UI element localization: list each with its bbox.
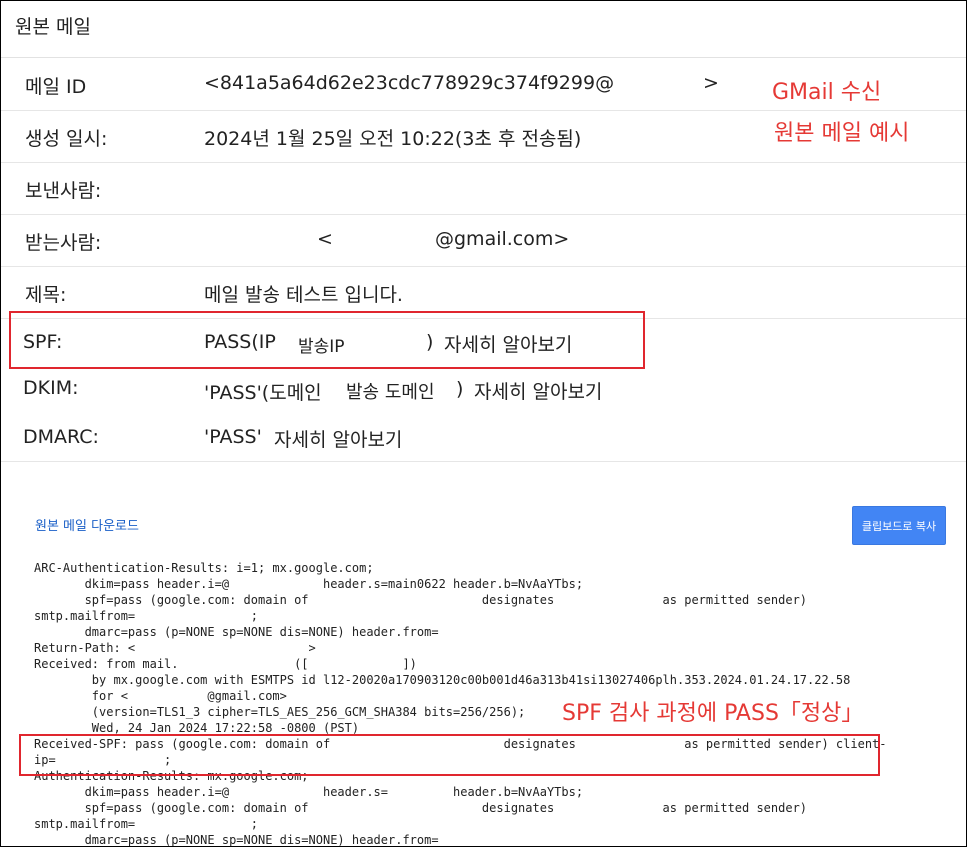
row-from: 보낸사람: [1, 162, 966, 215]
subject-label: 제목: [25, 284, 67, 306]
raw-header-line: spf=pass (google.com: domain of designat… [34, 801, 808, 815]
spf-highlight-box [9, 311, 645, 369]
raw-header-line: (version=TLS1_3 cipher=TLS_AES_256_GCM_S… [34, 705, 526, 719]
page-title: 원본 메일 [15, 16, 91, 38]
raw-header-line: dmarc=pass (p=NONE sp=NONE dis=NONE) hea… [34, 833, 439, 847]
dkim-value-start: 'PASS'(도메인 [204, 382, 322, 404]
from-label: 보낸사람: [25, 180, 102, 202]
row-dkim: DKIM: 'PASS'(도메인 발송 도메인 ) 자세히 알아보기 [1, 365, 966, 413]
raw-header-line: smtp.mailfrom= ; [34, 817, 258, 831]
dmarc-label: DMARC: [23, 426, 99, 448]
divider [1, 461, 966, 462]
annotation-gmail-line2: 원본 메일 예시 [774, 121, 910, 146]
row-to: 받는사람: < @gmail.com> [1, 214, 966, 267]
raw-header-line: ARC-Authentication-Results: i=1; mx.goog… [34, 561, 374, 575]
dmarc-value: 'PASS' [204, 426, 262, 448]
message-id-value: <841a5a64d62e23cdc778929c374f9299@ [204, 72, 615, 94]
annotation-gmail-line1: GMail 수신 [772, 80, 882, 105]
original-mail-window: 원본 메일 메일 ID <841a5a64d62e23cdc778929c374… [0, 0, 967, 847]
created-label: 생성 일시: [25, 128, 108, 150]
annotation-spf-check: SPF 검사 과정에 PASS「정상」 [562, 701, 864, 726]
created-value: 2024년 1월 25일 오전 10:22(3초 후 전송됨) [204, 128, 582, 150]
dkim-learn-more-link[interactable]: 자세히 알아보기 [474, 377, 602, 404]
row-dmarc: DMARC: 'PASS' 자세히 알아보기 [1, 413, 966, 461]
dmarc-learn-more-link[interactable]: 자세히 알아보기 [274, 425, 402, 452]
raw-header-line: dkim=pass header.i=@ header.s= header.b=… [34, 785, 584, 799]
copy-to-clipboard-button[interactable]: 클립보드로 복사 [852, 506, 946, 545]
raw-header-line: Return-Path: < > [34, 641, 316, 655]
download-original-link[interactable]: 원본 메일 다운로드 [35, 515, 139, 534]
dkim-label: DKIM: [23, 377, 79, 399]
dkim-value-end: ) [456, 378, 464, 400]
to-value-end: @gmail.com> [435, 228, 570, 250]
raw-header-line: smtp.mailfrom= ; [34, 609, 258, 623]
raw-header-line: Wed, 24 Jan 2024 17:22:58 -0800 (PST) [34, 721, 360, 735]
header-bar: 원본 메일 [1, 1, 966, 58]
message-id-label: 메일 ID [25, 76, 87, 98]
raw-header-line: spf=pass (google.com: domain of designat… [34, 593, 808, 607]
to-value-start: < [317, 228, 333, 250]
message-id-value-end: > [703, 72, 719, 94]
dkim-red-text: 발송 도메인 [346, 382, 435, 403]
raw-header-line: dkim=pass header.i=@ header.s=main0622 h… [34, 577, 584, 591]
raw-header-line: dmarc=pass (p=NONE sp=NONE dis=NONE) hea… [34, 625, 439, 639]
raw-header-line: for < @gmail.com> [34, 689, 287, 703]
raw-header-line: Received: from mail. ([ ]) [34, 657, 417, 671]
to-label: 받는사람: [25, 232, 102, 254]
received-spf-highlight-box [19, 734, 880, 776]
subject-value: 메일 발송 테스트 입니다. [204, 284, 403, 306]
raw-header-line: by mx.google.com with ESMTPS id l12-2002… [34, 673, 851, 687]
